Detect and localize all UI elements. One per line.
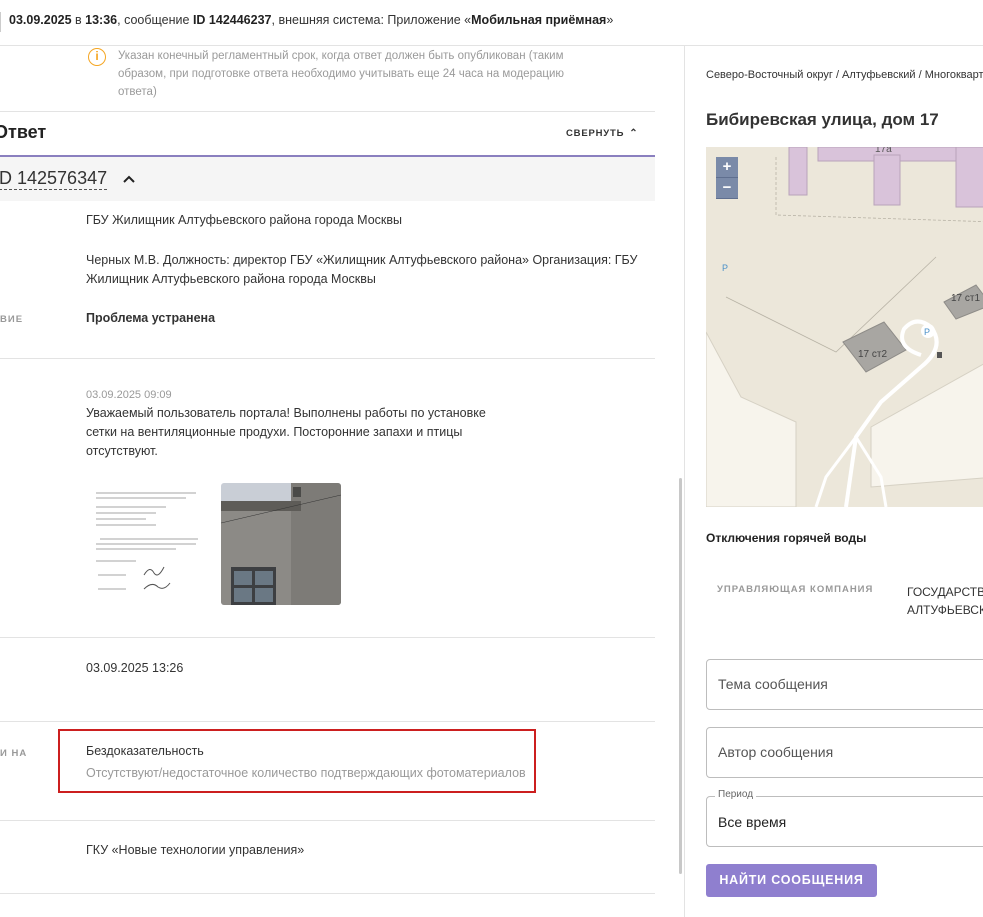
parking-icon: P <box>722 263 728 273</box>
photo-thumbnail[interactable] <box>221 483 341 605</box>
rejection-reason-label: И НА <box>0 748 28 759</box>
published-date: 03.09.2025 13:26 <box>86 661 184 675</box>
divider <box>0 637 655 638</box>
map-label: 17 ст2 <box>858 349 887 360</box>
organization-value: ГБУ Жилищник Алтуфьевского района города… <box>86 213 402 227</box>
in-word: в <box>71 13 86 27</box>
rejection-reason-detail: Отсутствуют/недостаточное количество под… <box>86 766 526 780</box>
mc-value-line: ГОСУДАРСТВЕННОЕ <box>907 585 983 599</box>
message-id: ID 142446237 <box>192 13 272 27</box>
message-prefix: , сообщение <box>117 13 193 27</box>
address-title: Бибиревская улица, дом 17 <box>706 110 939 129</box>
management-company-label: УПРАВЛЯЮЩАЯ КОМПАНИЯ <box>717 584 874 595</box>
response-date: 03.09.2025 09:09 <box>86 389 172 401</box>
find-messages-button[interactable]: НАЙТИ СООБЩЕНИЯ <box>706 864 877 897</box>
period-label: Период <box>715 789 757 800</box>
collapse-button[interactable]: СВЕРНУТЬ ⌃ <box>566 128 638 139</box>
message-time: 13:36 <box>85 13 118 27</box>
mc-value-line: АЛТУФЬЕВСКОГО <box>907 603 983 617</box>
warning-text: Указан конечный регламентный срок, когда… <box>118 50 564 98</box>
system-suffix: » <box>606 13 614 27</box>
divider <box>0 721 655 722</box>
zoom-out-button[interactable]: − <box>716 178 738 199</box>
parking-icon: P <box>924 327 930 337</box>
map[interactable]: 17а 17 ст1 17 ст2 P P + − <box>706 147 983 507</box>
breadcrumb: Северо-Восточный округ / Алтуфьевский / … <box>706 69 983 81</box>
answer-section-title: Ответ <box>0 122 47 142</box>
scrollbar[interactable] <box>679 478 682 874</box>
system-name: Мобильная приёмная <box>471 13 607 27</box>
management-company-value: ГОСУДАРСТВЕННОЕ АЛТУФЬЕВСКОГО <box>907 583 983 619</box>
document-thumbnail[interactable] <box>86 483 206 605</box>
map-canvas[interactable]: 17а 17 ст1 17 ст2 P P <box>706 147 983 507</box>
top-bar: 03.09.2025 в 13:36, сообщение ID 1424462… <box>0 0 983 46</box>
divider <box>0 820 655 821</box>
divider <box>0 358 655 359</box>
responsible-value: Черных М.В. Должность: директор ГБУ «Жил… <box>86 253 638 286</box>
author-placeholder: Автор сообщения <box>718 744 834 760</box>
author-field[interactable]: Автор сообщения <box>706 727 983 778</box>
map-label: 17а <box>875 147 892 155</box>
hot-water-outages-heading: Отключения горячей воды <box>706 531 867 545</box>
checker-organization: ГКУ «Новые технологии управления» <box>86 843 305 857</box>
answer-id-row: ID 142576347 <box>0 157 655 201</box>
topbar-divider <box>0 12 1 32</box>
message-header: 03.09.2025 в 13:36, сообщение ID 1424462… <box>9 13 613 27</box>
answer-id-link[interactable]: ID 142576347 <box>0 167 108 190</box>
info-icon: i <box>88 48 106 66</box>
system-prefix: , внешняя система: Приложение « <box>271 13 472 27</box>
action-value: Проблема устранена <box>86 311 216 325</box>
divider <box>0 893 655 894</box>
divider <box>0 111 655 112</box>
map-label: 17 ст1 <box>951 293 980 304</box>
period-value: Все время <box>718 814 787 830</box>
response-text: Уважаемый пользователь портала! Выполнен… <box>86 406 486 458</box>
marker-icon <box>937 352 942 358</box>
zoom-controls: + − <box>716 157 738 199</box>
period-select[interactable]: Период Все время <box>706 789 983 847</box>
collapse-label: СВЕРНУТЬ <box>566 128 625 139</box>
message-details-panel: i Указан конечный регламентный срок, ког… <box>0 46 683 917</box>
subject-field[interactable]: Тема сообщения <box>706 659 983 710</box>
chevron-up-icon[interactable] <box>122 172 136 186</box>
rejection-reason-title: Бездоказательность <box>86 744 204 758</box>
highlight-box <box>58 729 536 793</box>
action-label: ВИЕ <box>0 314 24 325</box>
zoom-in-button[interactable]: + <box>716 157 738 178</box>
message-date: 03.09.2025 <box>9 13 72 27</box>
chevron-up-icon: ⌃ <box>629 128 639 139</box>
subject-placeholder: Тема сообщения <box>718 676 828 692</box>
address-panel: Северо-Восточный округ / Алтуфьевский / … <box>685 46 983 917</box>
